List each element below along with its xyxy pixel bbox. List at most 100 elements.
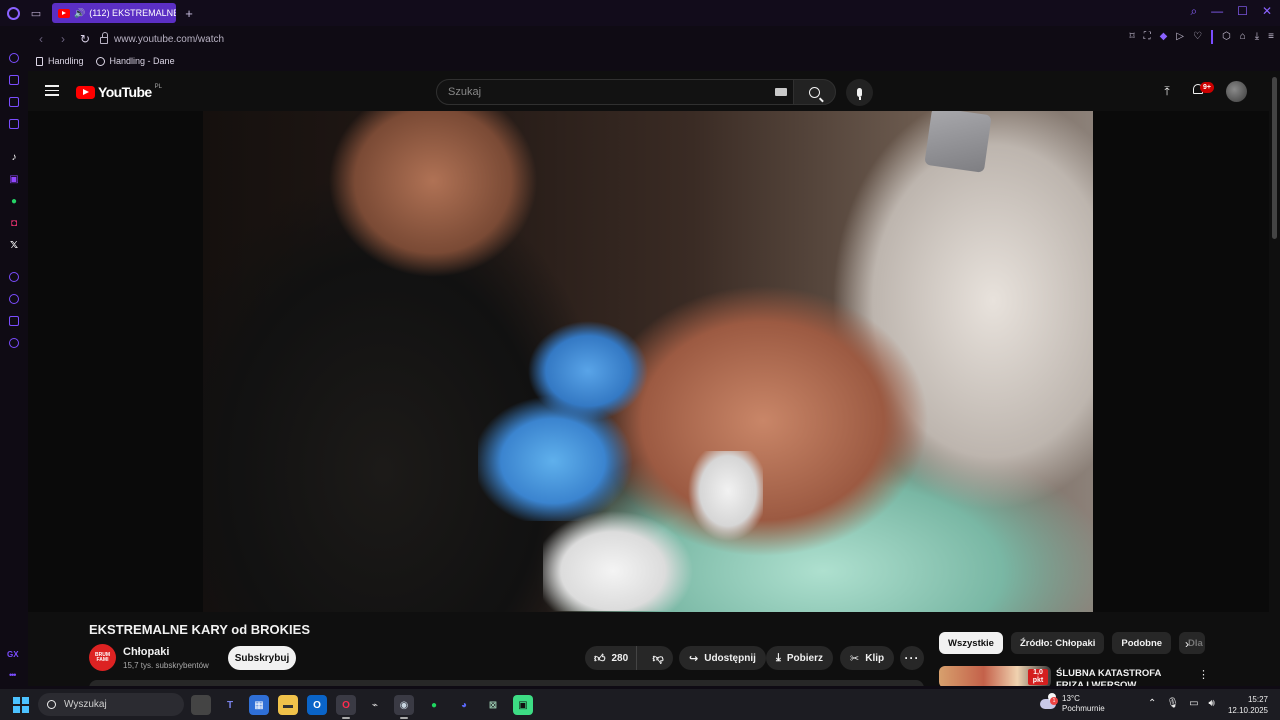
chevron-right-icon[interactable]: › [1185, 637, 1189, 651]
weather-widget[interactable]: 1 13°C Pochmurnie [1040, 693, 1105, 714]
clock[interactable]: 15:27 12.10.2025 [1228, 694, 1268, 716]
video-player[interactable] [28, 111, 1280, 612]
youtube-page: YouTube PL Szukaj ⤒ 9+ EKSTREMALNE KARY … [28, 71, 1280, 686]
xbox-icon[interactable]: ⊠ [483, 695, 503, 715]
windows-start-icon[interactable] [13, 697, 29, 713]
address-bar: ‹ › ↻ www.youtube.com/watch ⌑ ⛶ ◆ ▷ ♡ ⬡ … [28, 27, 1280, 51]
settings-icon[interactable] [8, 337, 20, 349]
new-tab-button[interactable]: + [182, 6, 196, 21]
share-button[interactable]: ↪ Udostępnij [679, 646, 766, 670]
bookmark-label: Handling - Dane [109, 56, 175, 66]
opera-sidebar: ♪ ▣ ● ◘ 𝕏 GX ••• [0, 26, 28, 686]
instagram-icon[interactable]: ◘ [8, 217, 20, 229]
reload-button[interactable]: ↻ [76, 30, 94, 48]
search-button[interactable] [793, 79, 836, 105]
like-button[interactable]: 👍︎ 280 [585, 646, 638, 670]
sidebar-more-icon[interactable]: ••• [9, 670, 17, 680]
weather-desc: Pochmurnie [1062, 704, 1105, 713]
player-play-icon[interactable]: ▷ [1176, 31, 1184, 44]
page-scrollbar[interactable] [1269, 71, 1280, 686]
volume-icon[interactable]: 🔊︎ [1209, 698, 1215, 709]
kebab-menu-icon[interactable]: ⋮ [1198, 668, 1209, 681]
microphone-icon[interactable]: 🎙︎ [1166, 698, 1179, 709]
notes-icon[interactable] [8, 118, 20, 130]
speaker-icon[interactable]: 🔊 [74, 8, 85, 19]
steam-icon[interactable]: ◉ [394, 695, 414, 719]
history-icon[interactable] [8, 293, 20, 305]
bookmark-handling-dane[interactable]: Handling - Dane [95, 56, 175, 66]
clip-label: Klip [865, 652, 885, 664]
menu-icon[interactable]: ≡ [1268, 31, 1274, 44]
hamburger-menu-icon[interactable] [45, 85, 59, 96]
twitch-icon[interactable]: ▣ [8, 173, 20, 185]
heart-icon[interactable]: ♡ [1193, 31, 1202, 44]
player-icon[interactable] [8, 271, 20, 283]
chevron-up-icon[interactable]: ⌃ [1148, 698, 1156, 709]
forward-button[interactable]: › [54, 30, 72, 48]
opera-gx-taskbar-icon[interactable]: O [336, 695, 356, 719]
dislike-button[interactable]: 👎︎ [643, 646, 673, 670]
lock-icon[interactable] [100, 32, 108, 44]
whatsapp-icon[interactable]: ● [8, 195, 20, 207]
bookmark-handling[interactable]: Handling [36, 56, 84, 66]
download-icon[interactable]: ⤓ [1255, 31, 1259, 44]
channel-avatar[interactable]: BRUM FAMI [89, 644, 116, 671]
extensions-icon[interactable]: ⬡ [1222, 31, 1231, 44]
messenger-icon[interactable] [8, 96, 20, 108]
chip-source[interactable]: Źródło: Chłopaki [1010, 632, 1105, 654]
opera-gx-logo-icon[interactable] [0, 0, 26, 26]
subscribe-button[interactable]: Subskrybuj [228, 646, 296, 670]
explorer-icon[interactable]: ▬ [278, 695, 298, 715]
back-button[interactable]: ‹ [32, 30, 50, 48]
tab-title: (112) EKSTREMALNE K [89, 8, 176, 18]
channel-name[interactable]: Chłopaki [123, 646, 169, 658]
chip-similar[interactable]: Podobne [1112, 632, 1172, 654]
ai-icon[interactable] [8, 74, 20, 86]
taskbar-search-field[interactable]: Wyszukaj [38, 693, 184, 716]
more-actions-button[interactable]: ··· [900, 646, 924, 670]
outlook-icon[interactable]: O [307, 695, 327, 715]
tab-islands-icon[interactable]: ▭ [26, 3, 46, 23]
clip-button[interactable]: ✂ Klip [840, 646, 895, 670]
account-avatar[interactable] [1226, 81, 1247, 102]
download-button[interactable]: ⤓ Pobierz [766, 646, 833, 670]
android-icon[interactable]: ▣ [513, 695, 533, 715]
network-icon[interactable]: ▭ [1189, 698, 1198, 709]
aria-icon[interactable] [8, 52, 20, 64]
chip-all[interactable]: Wszystkie [939, 632, 1003, 654]
bookmark-page-icon[interactable]: ⌑ [1129, 31, 1134, 44]
notification-count-badge: 9+ [1200, 82, 1214, 93]
gx-corner-label[interactable]: GX [7, 650, 19, 659]
voice-search-button[interactable] [846, 79, 873, 106]
vpn-shield-icon[interactable]: ◆ [1160, 31, 1168, 44]
x-icon[interactable]: 𝕏 [8, 239, 20, 251]
search-tabs-icon[interactable]: ⌕ [1190, 4, 1197, 19]
chip-for-you[interactable]: Dla [1179, 632, 1206, 654]
minimize-button[interactable]: — [1211, 4, 1223, 19]
store-icon[interactable]: ▦ [249, 695, 269, 715]
thumbs-down-icon: 👎︎ [652, 652, 664, 665]
close-button[interactable]: ✕ [1262, 4, 1272, 19]
teams-icon[interactable]: T [220, 695, 240, 715]
download-arrow-icon: ⤓ [776, 651, 781, 664]
spotify-icon[interactable]: ● [424, 695, 444, 715]
taskview-icon[interactable] [191, 695, 211, 715]
scrollbar-thumb[interactable] [1272, 77, 1277, 239]
recommended-title[interactable]: ŚLUBNA KATASTROFA FRIZA I WERSOW [1056, 668, 1186, 686]
tiktok-icon[interactable]: ♪ [8, 151, 20, 163]
kali-icon[interactable]: ⌁ [365, 695, 385, 715]
url-field[interactable]: www.youtube.com/watch [100, 32, 224, 45]
snapshot-icon[interactable]: ⛶ [1144, 31, 1151, 44]
create-upload-icon[interactable]: ⤒ [1160, 84, 1174, 98]
video-frame[interactable] [203, 111, 1093, 612]
search-input[interactable]: Szukaj [436, 79, 794, 105]
extensions-sidebar-icon[interactable] [8, 315, 20, 327]
wallet-icon[interactable]: ⌂ [1240, 31, 1246, 44]
description-box[interactable] [89, 680, 924, 686]
youtube-logo[interactable]: YouTube PL [76, 84, 162, 100]
keyboard-icon[interactable] [775, 88, 787, 96]
discord-icon[interactable]: ◕ [454, 695, 474, 715]
maximize-button[interactable]: ☐ [1237, 4, 1248, 19]
tab-youtube[interactable]: 🔊 (112) EKSTREMALNE K [52, 3, 176, 23]
weather-temp: 13°C [1062, 694, 1080, 703]
